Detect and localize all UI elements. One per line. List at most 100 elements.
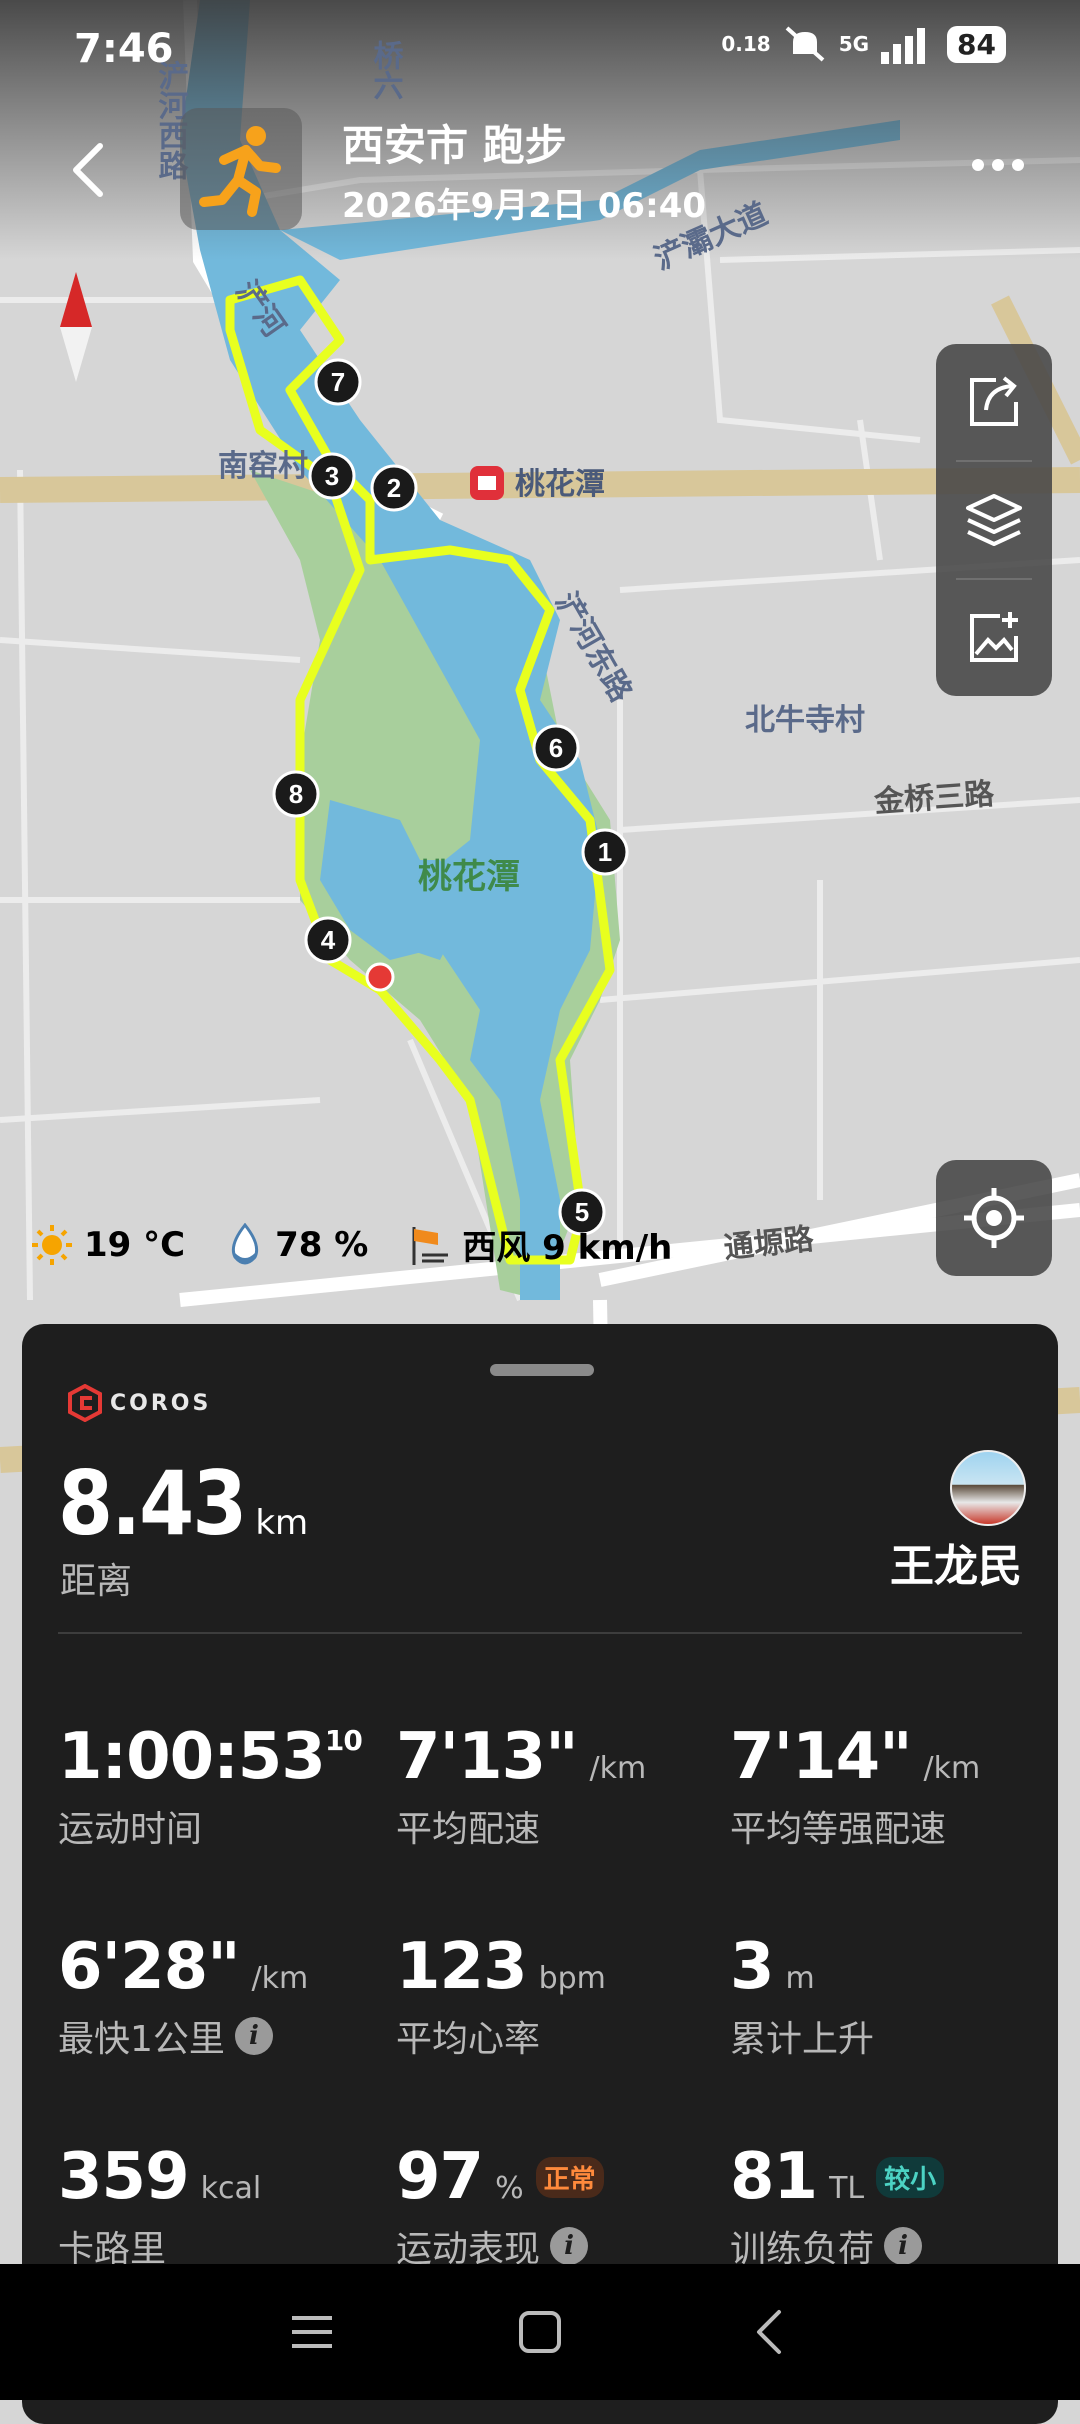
metric-value: 97 bbox=[396, 2140, 484, 2214]
metric-unit: /km bbox=[923, 1751, 981, 1786]
back-arrow-icon[interactable] bbox=[66, 140, 110, 200]
more-dots-icon[interactable] bbox=[972, 150, 1032, 180]
metric-value: 6'28" bbox=[58, 1930, 241, 2004]
nav-home-button[interactable] bbox=[480, 2264, 600, 2400]
metric-6: 359 kcal 卡路里 bbox=[58, 2140, 261, 2272]
info-icon[interactable]: i bbox=[550, 2227, 589, 2265]
nav-back-button[interactable] bbox=[708, 2264, 828, 2400]
svg-text:7: 7 bbox=[331, 367, 345, 397]
km-marker-1: 1 bbox=[581, 828, 629, 876]
metric-label: 平均配速 bbox=[396, 1809, 541, 1850]
metric-unit: bpm bbox=[538, 1961, 606, 1996]
add-photo-button[interactable] bbox=[936, 580, 1052, 696]
metric-0: 1:00:5310 运动时间 bbox=[58, 1720, 363, 1852]
system-nav-bar bbox=[0, 2264, 1080, 2400]
map-label-tao-hua-tan-station: 桃花潭 bbox=[515, 468, 605, 501]
svg-text:4: 4 bbox=[321, 925, 336, 955]
wind-icon bbox=[412, 1226, 449, 1265]
mute-icon bbox=[785, 26, 825, 62]
coros-logo-icon bbox=[68, 1384, 102, 1422]
avatar[interactable] bbox=[950, 1450, 1026, 1526]
layers-button[interactable] bbox=[936, 462, 1052, 578]
metric-unit: /km bbox=[251, 1961, 309, 1996]
metric-unit: /km bbox=[589, 1751, 647, 1786]
metric-5: 3 m 累计上升 bbox=[730, 1930, 874, 2062]
compass-icon bbox=[60, 272, 92, 382]
distance-value: 8.43 bbox=[58, 1452, 247, 1555]
map-label-tao-hua-tan-park: 桃花潭 bbox=[418, 858, 520, 896]
add-photo-icon bbox=[970, 612, 1018, 662]
svg-text:8: 8 bbox=[289, 779, 303, 809]
workout-summary-card[interactable]: COROS 8.43 km 距离 王龙民 1:00:5310 运动时间 7'13" /… bbox=[22, 1324, 1058, 2424]
metric-label: 平均心率 bbox=[396, 2019, 541, 2060]
metric-value: 359 bbox=[58, 2140, 190, 2214]
km-marker-6: 6 bbox=[532, 724, 580, 772]
svg-text:6: 6 bbox=[549, 733, 563, 763]
metro-station-icon bbox=[470, 466, 504, 500]
km-marker-8: 8 bbox=[272, 770, 320, 818]
brand-logo: COROS bbox=[68, 1384, 211, 1422]
locate-icon bbox=[964, 1188, 1024, 1248]
info-icon[interactable]: i bbox=[234, 2017, 273, 2055]
sun-icon bbox=[32, 1224, 72, 1265]
metric-unit: TL bbox=[829, 2171, 865, 2206]
km-marker-7: 7 bbox=[314, 358, 362, 406]
network-type: 5G bbox=[838, 32, 870, 56]
weather-wind: 西风 9 km/h bbox=[462, 1228, 673, 1268]
status-bar: 7:46 0.18 5G 84 bbox=[0, 0, 1080, 100]
metric-unit: % bbox=[495, 2171, 524, 2206]
map-tool-panel bbox=[936, 344, 1052, 696]
metric-label: 累计上升 bbox=[730, 2019, 875, 2060]
distance-value-row: 8.43 km bbox=[58, 1452, 308, 1555]
nav-back-icon bbox=[757, 2310, 781, 2354]
weather-temperature: 19 °C bbox=[84, 1224, 186, 1265]
distance-label: 距离 bbox=[60, 1561, 133, 1602]
metric-3: 6'28" /km 最快1公里 i bbox=[58, 1930, 308, 2062]
metric-value: 7'13" bbox=[396, 1720, 579, 1794]
brand-name: COROS bbox=[110, 1390, 212, 1416]
nav-menu-button[interactable] bbox=[252, 2264, 372, 2400]
info-icon[interactable]: i bbox=[884, 2227, 923, 2265]
metric-value: 7'14" bbox=[730, 1720, 913, 1794]
metric-label: 最快1公里 bbox=[58, 2019, 225, 2060]
humidity-icon bbox=[231, 1222, 259, 1264]
battery-level: 84 bbox=[947, 25, 1006, 63]
start-point-marker bbox=[365, 962, 395, 992]
weather-humidity: 78 % bbox=[275, 1224, 369, 1265]
drag-handle[interactable] bbox=[490, 1364, 594, 1376]
signal-icon bbox=[881, 28, 926, 64]
home-square-icon bbox=[519, 2311, 561, 2353]
share-button[interactable] bbox=[936, 344, 1052, 460]
weather-row: 19 °C 78 % 西风 9 km/h bbox=[30, 1220, 672, 1269]
km-marker-4: 4 bbox=[304, 916, 352, 964]
metric-2: 7'14" /km 平均等强配速 bbox=[730, 1720, 980, 1852]
status-badge: 正常 bbox=[535, 2156, 604, 2198]
metric-value: 1:00:5310 bbox=[58, 1720, 363, 1794]
activity-type-badge bbox=[180, 108, 302, 230]
status-badge: 较小 bbox=[876, 2156, 945, 2198]
status-time: 7:46 bbox=[74, 26, 174, 72]
menu-icon bbox=[292, 2316, 332, 2348]
running-icon bbox=[199, 126, 281, 217]
km-marker-3: 3 bbox=[308, 452, 356, 500]
activity-title: 西安市 跑步 bbox=[342, 121, 567, 170]
metric-fraction: 10 bbox=[324, 1724, 363, 1757]
map-label-nan-yao-cun: 南窑村 bbox=[218, 450, 308, 483]
divider bbox=[58, 1632, 1022, 1634]
distance-unit: km bbox=[255, 1503, 309, 1543]
metric-value: 81 bbox=[730, 2140, 818, 2214]
metric-7: 97% 正常 运动表现 i bbox=[396, 2140, 604, 2272]
activity-datetime: 2026年9月2日 06:40 bbox=[342, 186, 707, 226]
metric-value: 123 bbox=[396, 1930, 528, 2004]
metric-label: 平均等强配速 bbox=[730, 1809, 947, 1850]
map-label-bei-niu-si-cun: 北牛寺村 bbox=[745, 704, 865, 737]
svg-text:2: 2 bbox=[387, 473, 401, 503]
metric-unit: m bbox=[785, 1961, 815, 1996]
metric-1: 7'13" /km 平均配速 bbox=[396, 1720, 646, 1852]
svg-text:3: 3 bbox=[325, 461, 339, 491]
svg-text:1: 1 bbox=[598, 837, 612, 867]
locate-button[interactable] bbox=[936, 1160, 1052, 1276]
metric-label: 运动时间 bbox=[58, 1809, 203, 1850]
share-icon bbox=[970, 376, 1018, 426]
layers-icon bbox=[966, 494, 1022, 546]
